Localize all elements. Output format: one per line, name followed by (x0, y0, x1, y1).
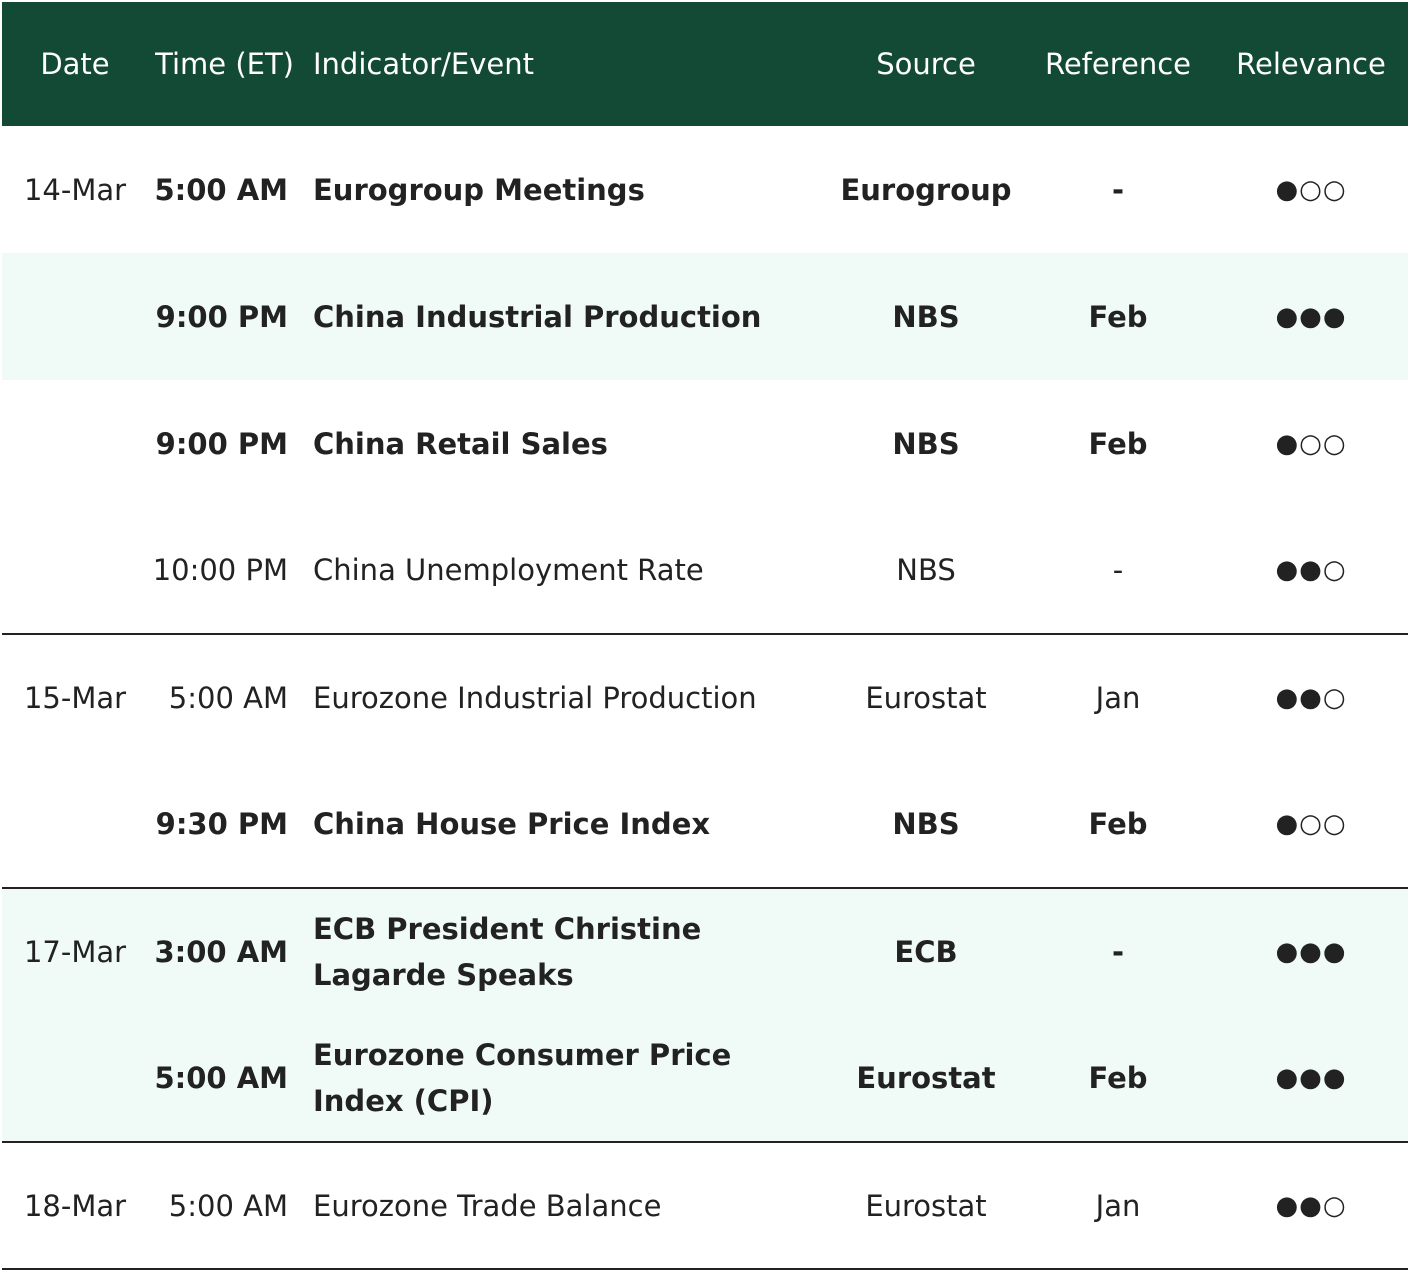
date-cell (2, 761, 148, 889)
reference-cell: Feb (1022, 761, 1214, 889)
relevance-cell: ●●● (1214, 1015, 1408, 1143)
reference-cell: - (1022, 507, 1214, 635)
time-cell: 5:00 AM (154, 172, 288, 207)
table-row: 5:00 AM Eurozone Consumer Price Index (C… (2, 1015, 1408, 1143)
date-cell (2, 380, 148, 507)
date-cell: 14-Mar (23, 172, 127, 207)
event-cell: China House Price Index (304, 761, 830, 889)
source-cell: NBS (892, 299, 960, 334)
header-relevance: Relevance (1236, 47, 1386, 81)
table-body: 14-Mar 5:00 AM Eurogroup Meetings Eurogr… (2, 126, 1408, 1270)
reference-cell: Feb (1088, 426, 1148, 461)
time-cell: 10:00 PM (148, 507, 304, 635)
reference-cell: Jan (1095, 681, 1141, 715)
event-cell: Eurozone Trade Balance (304, 1142, 830, 1270)
event-cell: Eurogroup Meetings (313, 172, 645, 207)
relevance-cell: ●○○ (1214, 761, 1408, 889)
economic-calendar: Date Time (ET) Indicator/Event Source Re… (0, 0, 1408, 1286)
table-row: 17-Mar 3:00 AM ECB President Christine L… (2, 888, 1408, 1015)
relevance-cell: ●●○ (1214, 1142, 1408, 1270)
reference-cell: - (1111, 935, 1125, 969)
relevance-cell: ●●○ (1214, 507, 1408, 635)
date-cell: 17-Mar (23, 935, 127, 969)
reference-cell: - (1111, 172, 1125, 207)
table-row: 10:00 PM China Unemployment Rate NBS - ●… (2, 507, 1408, 635)
source-cell: NBS (830, 761, 1022, 889)
reference-cell: Feb (1088, 299, 1148, 334)
event-cell: ECB President Christine Lagarde Speaks (313, 912, 702, 992)
relevance-cell: ●●● (1275, 937, 1347, 967)
header-row: Date Time (ET) Indicator/Event Source Re… (2, 2, 1408, 126)
table-row: 9:30 PM China House Price Index NBS Feb … (2, 761, 1408, 889)
table-row: 9:00 PM China Industrial Production NBS … (2, 253, 1408, 380)
relevance-cell: ●○○ (1275, 428, 1347, 459)
date-cell: 15-Mar (23, 681, 127, 715)
header-reference: Reference (1044, 47, 1192, 81)
event-cell: China Retail Sales (313, 426, 608, 461)
source-cell: Eurostat (830, 1015, 1022, 1143)
table-header: Date Time (ET) Indicator/Event Source Re… (2, 2, 1408, 126)
time-cell: 3:00 AM (154, 935, 288, 969)
calendar-table: Date Time (ET) Indicator/Event Source Re… (2, 2, 1408, 1270)
relevance-cell: ●●● (1275, 301, 1347, 332)
event-cell: Eurozone Industrial Production (313, 681, 757, 715)
date-cell (2, 253, 148, 380)
table-row: 15-Mar 5:00 AM Eurozone Industrial Produ… (2, 634, 1408, 761)
date-cell (2, 1015, 148, 1143)
reference-cell: Jan (1022, 1142, 1214, 1270)
event-cell: China Industrial Production (313, 299, 762, 334)
time-cell: 5:00 AM (168, 681, 288, 715)
source-cell: NBS (830, 507, 1022, 635)
source-cell: Eurostat (865, 681, 987, 715)
event-cell: Eurozone Consumer Price Index (CPI) (304, 1015, 830, 1143)
time-cell: 5:00 AM (148, 1142, 304, 1270)
relevance-cell: ●●○ (1275, 683, 1347, 713)
source-cell: NBS (892, 426, 960, 461)
source-cell: Eurogroup (840, 172, 1012, 207)
time-cell: 9:30 PM (148, 761, 304, 889)
reference-cell: Feb (1022, 1015, 1214, 1143)
source-cell: ECB (894, 935, 958, 969)
table-row: 9:00 PM China Retail Sales NBS Feb ●○○ (2, 380, 1408, 507)
table-row: 18-Mar 5:00 AM Eurozone Trade Balance Eu… (2, 1142, 1408, 1270)
header-date: Date (40, 47, 110, 81)
time-cell: 9:00 PM (155, 299, 288, 334)
table-row: 14-Mar 5:00 AM Eurogroup Meetings Eurogr… (2, 126, 1408, 253)
date-cell: 18-Mar (2, 1142, 148, 1270)
header-time: Time (ET) (155, 47, 294, 81)
time-cell: 5:00 AM (148, 1015, 304, 1143)
relevance-cell: ●○○ (1275, 174, 1347, 205)
event-cell: China Unemployment Rate (304, 507, 830, 635)
source-cell: Eurostat (830, 1142, 1022, 1270)
header-event: Indicator/Event (313, 47, 534, 81)
header-source: Source (876, 47, 976, 81)
date-cell (2, 507, 148, 635)
time-cell: 9:00 PM (155, 426, 288, 461)
